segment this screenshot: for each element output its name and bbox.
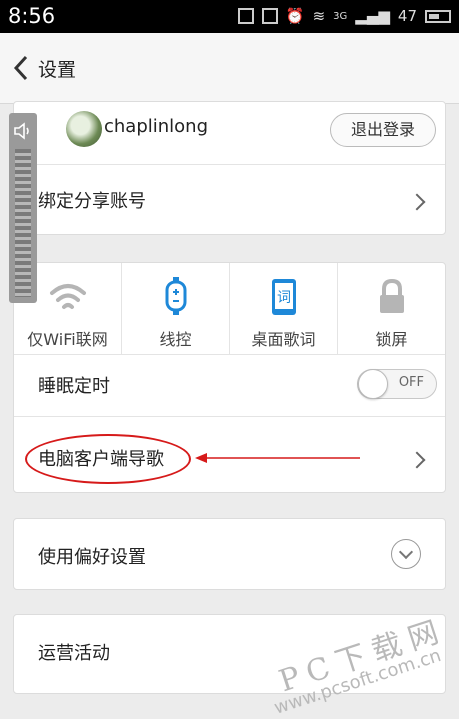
sleep-timer-row: 睡眠定时 OFF — [14, 354, 445, 417]
battery-icon — [425, 9, 451, 23]
signal-icon: ▂▄▆ — [355, 7, 390, 25]
quick-setting-label: 桌面歌词 — [251, 330, 316, 349]
bind-share-row[interactable]: 绑定分享账号 — [14, 165, 445, 237]
campaign-label: 运营活动 — [38, 643, 110, 664]
volume-overlay[interactable] — [9, 113, 37, 303]
quick-setting-label: 仅WiFi联网 — [27, 330, 108, 349]
annotation-arrow — [195, 453, 360, 463]
sleep-timer-label: 睡眠定时 — [38, 376, 110, 397]
desktop-lyrics-icon: 词 — [271, 279, 296, 315]
sleep-timer-toggle[interactable]: OFF — [357, 369, 437, 399]
annotation-ellipse — [25, 434, 191, 484]
expand-icon[interactable] — [391, 539, 421, 569]
apps-icon — [237, 8, 254, 24]
avatar[interactable] — [66, 111, 102, 147]
remote-control-icon — [165, 277, 186, 315]
preferences-label: 使用偏好设置 — [38, 547, 146, 568]
status-time: 8:56 — [8, 4, 56, 28]
preferences-card[interactable]: 使用偏好设置 — [13, 518, 446, 590]
desktop-lyrics-glyph: 词 — [277, 290, 291, 306]
username: chaplinlong — [104, 116, 209, 137]
back-arrow-icon[interactable] — [10, 53, 32, 83]
nav-bar: 设置 — [0, 33, 459, 104]
watermark: PC下载网 www.pcsoft.com.cn — [207, 605, 450, 719]
alarm-icon: ⏰ — [285, 7, 305, 25]
user-row: chaplinlong 退出登录 — [14, 102, 445, 165]
page-title: 设置 — [38, 59, 77, 81]
image-icon — [261, 8, 278, 24]
quick-setting-desktop-lyrics[interactable]: 词 桌面歌词 — [230, 263, 338, 354]
quick-setting-label: 线控 — [159, 330, 192, 349]
wifi-status-icon: ≋ — [312, 7, 326, 25]
network-type: 3G — [333, 10, 348, 22]
lock-icon — [379, 278, 404, 313]
toggle-knob — [358, 369, 388, 399]
battery-level: 47 — [397, 7, 417, 25]
quick-settings: 仅WiFi联网 线控 词 桌面歌词 锁屏 — [14, 263, 445, 355]
toggle-state: OFF — [398, 375, 424, 390]
chevron-right-icon — [408, 193, 426, 211]
logout-button[interactable]: 退出登录 — [330, 113, 436, 147]
speaker-icon — [14, 122, 29, 140]
quick-setting-remote[interactable]: 线控 — [122, 263, 230, 354]
status-bar: 8:56 ⏰ ≋ 3G ▂▄▆ 47 — [0, 0, 459, 33]
account-card: chaplinlong 退出登录 绑定分享账号 — [13, 101, 446, 235]
wifi-icon — [49, 284, 86, 309]
volume-bars — [15, 149, 31, 297]
bind-share-label: 绑定分享账号 — [38, 191, 146, 212]
status-icons: ⏰ ≋ 3G ▂▄▆ 47 — [237, 7, 451, 25]
quick-setting-lock-screen[interactable]: 锁屏 — [338, 263, 445, 354]
quick-setting-label: 锁屏 — [375, 330, 408, 349]
chevron-right-icon — [408, 451, 426, 469]
